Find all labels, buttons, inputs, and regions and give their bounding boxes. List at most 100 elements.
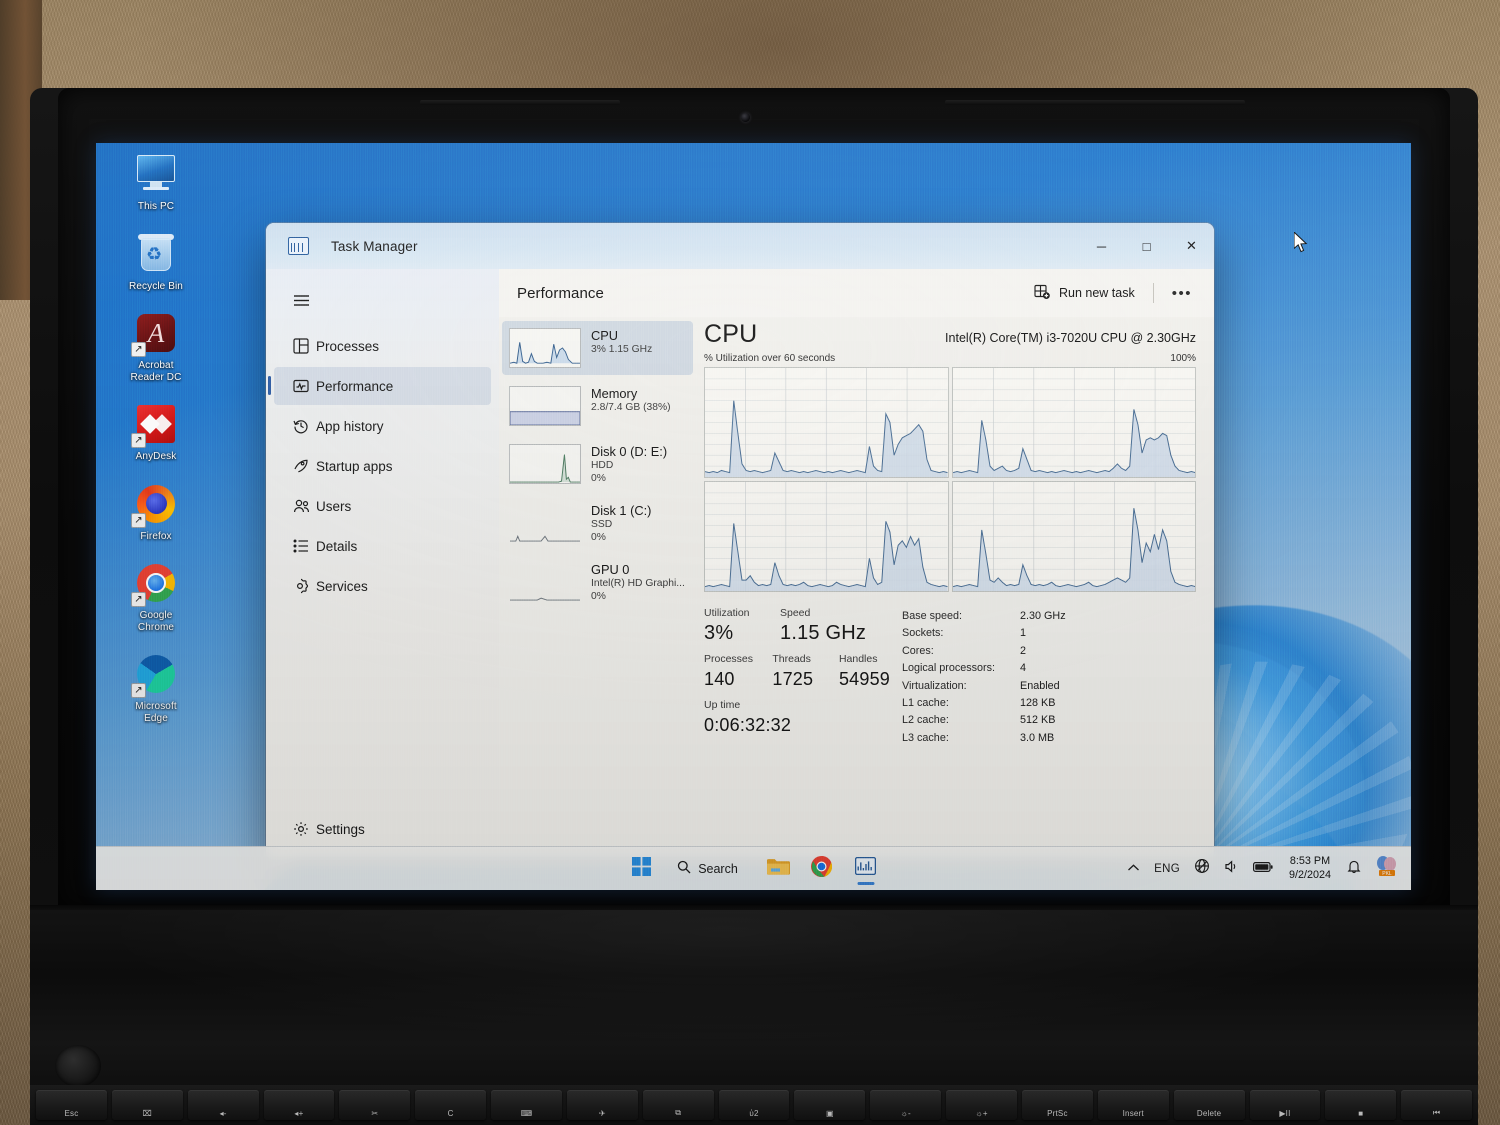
desktop-icon-acrobat-reader[interactable]: A ↗ Acrobat Reader DC (108, 310, 204, 383)
function-key-1[interactable]: ⌧ (111, 1090, 183, 1120)
disk1-sparkline-thumb (509, 503, 581, 543)
spec-value: 1 (1020, 627, 1027, 640)
start-button[interactable] (621, 851, 661, 887)
sidebar-item-startup-apps[interactable]: Startup apps (274, 447, 491, 485)
taskbar-search[interactable]: Search (665, 853, 754, 885)
function-key-14[interactable]: Insert (1097, 1090, 1169, 1120)
taskbar-item-file-explorer[interactable] (758, 851, 798, 887)
details-icon (286, 538, 316, 554)
run-new-task-button[interactable]: Run new task (1024, 278, 1145, 309)
clock[interactable]: 8:53 PM 9/2/2024 (1281, 853, 1339, 884)
function-key-15[interactable]: Delete (1173, 1090, 1245, 1120)
taskbar-item-task-manager[interactable] (846, 851, 886, 887)
function-key-10[interactable]: ▣ (794, 1090, 866, 1120)
tray-app-pkl[interactable]: PKL (1369, 850, 1405, 887)
sidebar-item-details[interactable]: Details (274, 527, 491, 565)
function-key-16[interactable]: ▶II (1249, 1090, 1321, 1120)
more-options-button[interactable]: ••• (1162, 281, 1202, 306)
sidebar-item-label: App history (316, 418, 384, 434)
function-key-12[interactable]: ☼+ (946, 1090, 1017, 1120)
function-key-2[interactable]: ◂- (187, 1090, 259, 1120)
language-indicator[interactable]: ENG (1148, 858, 1186, 880)
resource-item-meta: Memory 2.8/7.4 GB (38%) (591, 386, 671, 426)
function-key-17[interactable]: ■ (1325, 1090, 1397, 1120)
desktop-icon-google-chrome[interactable]: ↗ Google Chrome (108, 560, 204, 633)
function-key-5[interactable]: C (415, 1090, 487, 1120)
stat-value: 54959 (838, 669, 890, 689)
desktop-icon-grid: This PC ♻ Recycle Bin A ↗ Acrobat Reader… (108, 151, 204, 742)
function-key-8[interactable]: ⧉ (642, 1090, 714, 1120)
minimize-button[interactable]: ─ (1079, 223, 1124, 269)
taskbar-item-google-chrome[interactable] (802, 851, 842, 887)
resource-item-memory[interactable]: Memory 2.8/7.4 GB (38%) (502, 379, 693, 433)
sidebar-item-label: Startup apps (316, 458, 393, 474)
hamburger-menu-button[interactable] (274, 280, 491, 320)
speaker-icon (1224, 859, 1239, 879)
clock-time: 8:53 PM (1289, 855, 1331, 867)
gpu0-sparkline-thumb (509, 562, 581, 602)
gear-icon (286, 821, 316, 837)
pkl-app-icon: PKL (1375, 855, 1399, 882)
cpu-detail-header: CPU Intel(R) Core(TM) i3-7020U CPU @ 2.3… (704, 319, 1196, 349)
battery-button[interactable] (1247, 855, 1279, 883)
close-button[interactable]: ✕ (1169, 223, 1214, 269)
function-key-0[interactable]: Esc (36, 1090, 107, 1120)
stat-label: Handles (838, 653, 878, 665)
sidebar-item-app-history[interactable]: App history (274, 407, 491, 445)
cpu-logical-processor-graphs[interactable] (704, 367, 1196, 592)
cpu-graph-3 (951, 481, 1196, 592)
cpu-spec-table: Base speed: 2.30 GHz Sockets: 1 Cores: 2… (900, 606, 1196, 747)
show-hidden-icons-button[interactable] (1121, 855, 1146, 883)
sidebar-item-label: Processes (316, 338, 380, 354)
function-key-row[interactable]: Esc ⌧ ◂- ◂+ ✂ C ⌨ ✈ ⧉ ὑ2 ▣ ☼- ☼+ PrtSc Insert Delete ▶II… (30, 1085, 1478, 1125)
desktop-icon-recycle-bin[interactable]: ♻ Recycle Bin (108, 231, 204, 293)
resource-item-cpu[interactable]: CPU 3% 1.15 GHz (502, 321, 693, 375)
window-body: Processes Performance App history Startu… (266, 269, 1214, 860)
spec-key: Sockets: (902, 627, 944, 640)
resource-item-gpu-0[interactable]: GPU 0 Intel(R) HD Graphi... 0% (502, 555, 693, 610)
startup-icon (286, 458, 316, 474)
desktop-icon-firefox[interactable]: ↗ Firefox (108, 481, 204, 543)
function-key-7[interactable]: ✈ (566, 1090, 638, 1120)
task-manager-window[interactable]: Task Manager ─ □ ✕ Processes Performance… (266, 223, 1214, 860)
function-key-11[interactable]: ☼- (870, 1090, 942, 1120)
desktop-icon-label: AnyDesk (135, 451, 177, 462)
sidebar-item-users[interactable]: Users (274, 487, 491, 525)
spec-key: L3 cache: (902, 731, 949, 744)
cpu-title: CPU (704, 320, 758, 348)
speaker-grille (55, 1045, 101, 1087)
spec-value: 2 (1020, 644, 1027, 657)
function-key-3[interactable]: ◂+ (263, 1090, 335, 1120)
laptop-screen: This PC ♻ Recycle Bin A ↗ Acrobat Reader… (96, 143, 1411, 890)
function-key-4[interactable]: ✂ (339, 1090, 411, 1120)
stat-threads: Threads 1725 (772, 652, 829, 692)
memory-bar-thumb (509, 386, 581, 426)
desktop-icon-label-2: Chrome (137, 621, 175, 633)
chrome-icon: ↗ (131, 560, 179, 607)
function-key-13[interactable]: PrtSc (1021, 1090, 1093, 1120)
spec-row: L2 cache: 512 KB (902, 712, 1196, 729)
edge-icon: ↗ (131, 651, 179, 698)
desktop-icon-microsoft-edge[interactable]: ↗ Microsoft Edge (108, 651, 204, 724)
resource-item-disk-0[interactable]: Disk 0 (D: E:) HDD 0% (502, 437, 693, 492)
desktop-icon-anydesk[interactable]: ↗ AnyDesk (108, 401, 204, 463)
function-key-6[interactable]: ⌨ (491, 1090, 562, 1120)
notifications-button[interactable] (1341, 854, 1367, 884)
sidebar-item-performance[interactable]: Performance (268, 367, 491, 405)
processes-icon (286, 338, 316, 354)
clock-date: 9/2/2024 (1288, 868, 1331, 881)
sidebar-item-services[interactable]: Services (274, 567, 491, 605)
desktop-icon-this-pc[interactable]: This PC (108, 151, 204, 213)
function-key-9[interactable]: ὑ2 (718, 1090, 790, 1120)
sidebar-item-settings[interactable]: Settings (274, 810, 491, 848)
resource-item-name: Disk 1 (C:) (591, 503, 652, 518)
maximize-button[interactable]: □ (1124, 223, 1169, 269)
language-label: ENG (1154, 862, 1180, 875)
resource-item-disk-1[interactable]: Disk 1 (C:) SSD 0% (502, 496, 693, 551)
resource-item-value: 0% (591, 473, 606, 484)
volume-button[interactable] (1218, 854, 1245, 884)
network-status-button[interactable] (1188, 853, 1216, 884)
function-key-18[interactable]: ⏮ (1401, 1090, 1473, 1120)
sidebar-item-processes[interactable]: Processes (274, 327, 491, 365)
